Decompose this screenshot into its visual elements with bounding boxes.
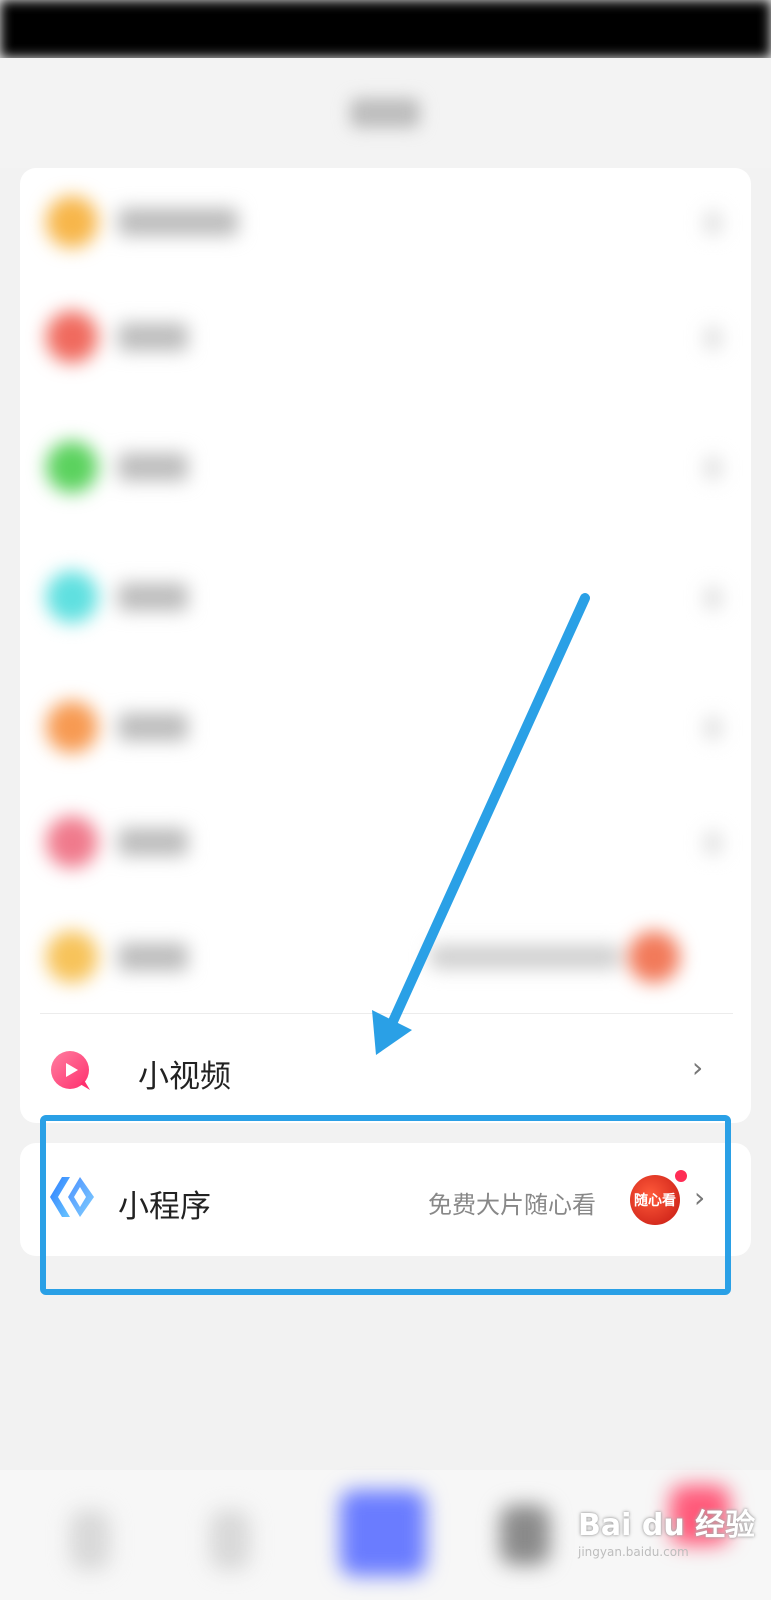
list-item-label-blurred: [118, 828, 188, 856]
list-item-icon: [46, 196, 98, 248]
status-bar: [0, 0, 771, 58]
watermark-url: jingyan.baidu.com: [578, 1545, 689, 1559]
list-item-label-blurred: [118, 943, 188, 971]
chevron-right-icon: [705, 587, 721, 609]
annotation-highlight-box: [40, 1115, 731, 1295]
list-item-label-blurred: [118, 453, 188, 481]
nav-item-4[interactable]: [500, 1505, 550, 1565]
avatar-blurred: [628, 931, 680, 983]
list-item-label-blurred: [118, 583, 188, 611]
list-item-label-blurred: [118, 323, 188, 351]
chevron-right-icon: [705, 832, 721, 854]
list-item-label-blurred: [118, 208, 238, 236]
top-header: [0, 58, 771, 168]
list-item-icon: [46, 311, 98, 363]
page-title-blurred: [350, 98, 420, 128]
nav-item-2[interactable]: [210, 1510, 250, 1570]
list-item[interactable]: [20, 413, 751, 523]
chevron-right-icon: [705, 457, 721, 479]
list-item-icon: [46, 571, 98, 623]
play-video-icon: [51, 1051, 90, 1090]
chevron-right-icon: [705, 212, 721, 234]
chevron-right-icon: ›: [692, 1051, 704, 1084]
list-item[interactable]: [20, 283, 751, 393]
list-item-label-blurred: [118, 713, 188, 741]
list-item-icon: [46, 816, 98, 868]
list-item-icon: [46, 701, 98, 753]
nav-item-1[interactable]: [70, 1510, 110, 1570]
list-item[interactable]: [20, 903, 751, 1013]
list-item[interactable]: [20, 673, 751, 783]
nav-item-center[interactable]: [340, 1490, 426, 1576]
small-video-label: 小视频: [138, 1059, 231, 1095]
baidu-watermark: Bai du 经验: [578, 1508, 756, 1543]
list-item-icon: [46, 931, 98, 983]
list-item[interactable]: [20, 543, 751, 653]
list-item[interactable]: [20, 168, 751, 278]
list-item[interactable]: [20, 788, 751, 898]
list-item-extra-blurred: [430, 945, 620, 969]
list-item-icon: [46, 441, 98, 493]
small-video-row[interactable]: 小视频 ›: [20, 1018, 751, 1123]
settings-card: 小视频 ›: [20, 168, 751, 1123]
chevron-right-icon: [705, 717, 721, 739]
divider: [40, 1013, 733, 1014]
chevron-right-icon: [705, 327, 721, 349]
